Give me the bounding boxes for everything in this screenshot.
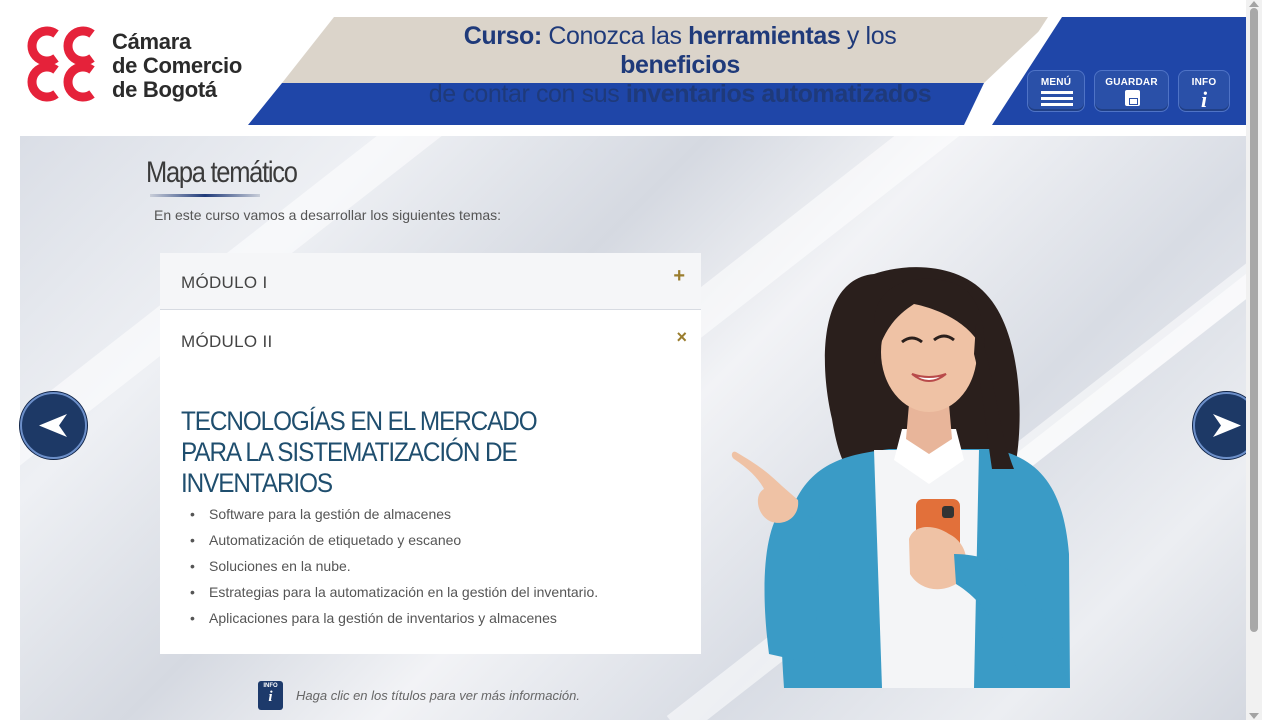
course-window: Cámara de Comercio de Bogotá Curso: Cono… [0, 0, 1280, 720]
header: Cámara de Comercio de Bogotá Curso: Cono… [0, 0, 1246, 132]
banner-text-6: inventarios automatizados [625, 80, 932, 108]
logo-line-2: de Comercio [112, 53, 242, 78]
list-item: Soluciones en la nube. [188, 556, 598, 582]
banner-text-2: herramientas [688, 22, 841, 50]
accordion-module-2: MÓDULO II × TECNOLOGÍAS EN EL MERCADO PA… [160, 310, 701, 654]
floppy-disk-icon [1125, 90, 1140, 106]
save-button-label: GUARDAR [1105, 77, 1158, 88]
window-gutter [1262, 0, 1280, 720]
banner-text-3: y los [840, 22, 897, 50]
topic-list: Software para la gestión de almacenes Au… [188, 504, 598, 634]
previous-button[interactable] [20, 392, 87, 459]
accordion-module-1[interactable]: MÓDULO I + [160, 253, 701, 310]
page-title: Mapa temático [146, 156, 298, 189]
title-underline [150, 194, 260, 197]
banner-course-prefix: Curso: [463, 22, 543, 50]
logo-line-1: Cámara [112, 29, 191, 54]
ccb-logo-text: Cámara de Comercio de Bogotá [112, 30, 242, 102]
banner-text-1: Conozca las [541, 22, 689, 50]
logo-line-3: de Bogotá [112, 77, 217, 102]
intro-text: En este curso vamos a desarrollar los si… [154, 207, 502, 223]
list-item: Software para la gestión de almacenes [188, 504, 598, 530]
list-item: Automatización de etiquetado y escaneo [188, 530, 598, 556]
save-button[interactable]: GUARDAR [1094, 70, 1169, 112]
hint-text: Haga clic en los títulos para ver más in… [296, 688, 580, 703]
list-item: Estrategias para la automatización en la… [188, 582, 598, 608]
vertical-scrollbar[interactable] [1246, 0, 1262, 720]
hint-icon-glyph: i [268, 689, 273, 705]
woman-pointing-illustration [731, 267, 1070, 688]
expand-icon[interactable]: + [673, 265, 685, 288]
module-2-heading: TECNOLOGÍAS EN EL MERCADO PARA LA SISTEM… [181, 406, 538, 498]
content-panel: Mapa temático En este curso vamos a desa… [20, 136, 1246, 720]
info-icon[interactable]: INFO i [258, 681, 283, 710]
scroll-down-icon[interactable] [1249, 713, 1259, 719]
menu-button[interactable]: MENÚ [1027, 70, 1085, 112]
arrow-left-icon [39, 414, 67, 437]
banner-text-4: beneficios [620, 51, 740, 79]
module-2-title[interactable]: MÓDULO II [181, 332, 273, 352]
module-1-title: MÓDULO I [181, 273, 268, 292]
list-item: Aplicaciones para la gestión de inventar… [188, 608, 598, 634]
scrollbar-thumb[interactable] [1250, 8, 1258, 632]
scroll-up-icon[interactable] [1249, 1, 1259, 7]
info-icon: i [1200, 87, 1208, 112]
ccb-logo-mark [27, 26, 95, 102]
banner-title: Curso: Conozca las herramientas y los be… [420, 22, 940, 109]
menu-button-label: MENÚ [1040, 77, 1072, 88]
module-accordion: MÓDULO I + MÓDULO II × TECNOLOGÍAS EN EL… [160, 253, 701, 654]
info-button[interactable]: INFO i [1178, 70, 1230, 112]
ccb-logo: Cámara de Comercio de Bogotá [20, 24, 260, 106]
banner-text-5: de contar con sus [428, 80, 626, 108]
hamburger-icon [1041, 91, 1073, 107]
collapse-icon[interactable]: × [676, 327, 687, 348]
